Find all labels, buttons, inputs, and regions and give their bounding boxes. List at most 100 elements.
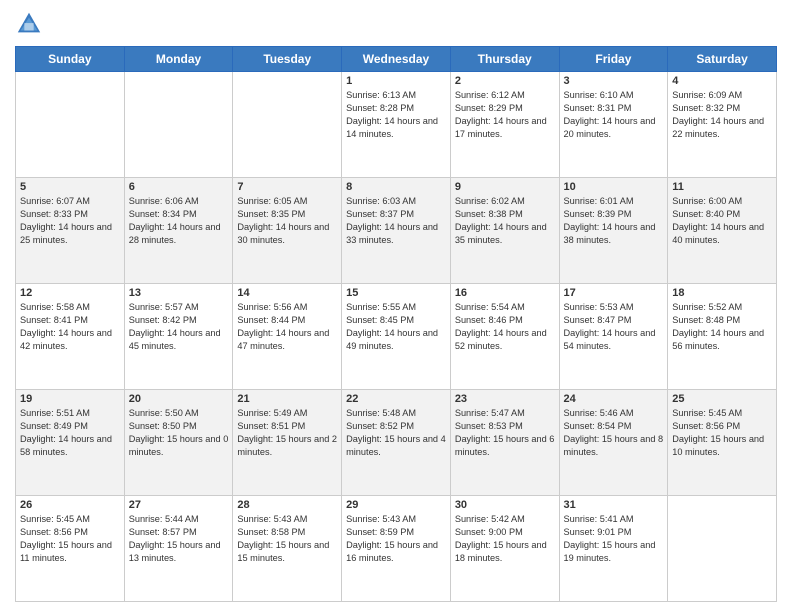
day-number: 16 xyxy=(455,287,555,299)
day-info: Sunrise: 5:44 AMSunset: 8:57 PMDaylight:… xyxy=(129,513,229,565)
day-number: 24 xyxy=(564,393,664,405)
day-cell xyxy=(668,496,777,602)
day-info: Sunrise: 6:03 AMSunset: 8:37 PMDaylight:… xyxy=(346,195,446,247)
day-info: Sunrise: 6:07 AMSunset: 8:33 PMDaylight:… xyxy=(20,195,120,247)
week-row-2: 5 Sunrise: 6:07 AMSunset: 8:33 PMDayligh… xyxy=(16,178,777,284)
day-number: 11 xyxy=(672,181,772,193)
day-number: 17 xyxy=(564,287,664,299)
day-number: 29 xyxy=(346,499,446,511)
day-cell: 7 Sunrise: 6:05 AMSunset: 8:35 PMDayligh… xyxy=(233,178,342,284)
calendar-table: SundayMondayTuesdayWednesdayThursdayFrid… xyxy=(15,46,777,602)
day-number: 21 xyxy=(237,393,337,405)
day-number: 20 xyxy=(129,393,229,405)
week-row-1: 1 Sunrise: 6:13 AMSunset: 8:28 PMDayligh… xyxy=(16,72,777,178)
day-info: Sunrise: 6:06 AMSunset: 8:34 PMDaylight:… xyxy=(129,195,229,247)
day-number: 28 xyxy=(237,499,337,511)
day-number: 2 xyxy=(455,75,555,87)
day-number: 10 xyxy=(564,181,664,193)
day-cell: 19 Sunrise: 5:51 AMSunset: 8:49 PMDaylig… xyxy=(16,390,125,496)
day-info: Sunrise: 6:12 AMSunset: 8:29 PMDaylight:… xyxy=(455,89,555,141)
day-number: 7 xyxy=(237,181,337,193)
week-row-4: 19 Sunrise: 5:51 AMSunset: 8:49 PMDaylig… xyxy=(16,390,777,496)
week-row-3: 12 Sunrise: 5:58 AMSunset: 8:41 PMDaylig… xyxy=(16,284,777,390)
weekday-wednesday: Wednesday xyxy=(342,47,451,72)
day-info: Sunrise: 5:43 AMSunset: 8:58 PMDaylight:… xyxy=(237,513,337,565)
day-info: Sunrise: 5:43 AMSunset: 8:59 PMDaylight:… xyxy=(346,513,446,565)
day-info: Sunrise: 5:57 AMSunset: 8:42 PMDaylight:… xyxy=(129,301,229,353)
day-info: Sunrise: 5:54 AMSunset: 8:46 PMDaylight:… xyxy=(455,301,555,353)
day-number: 4 xyxy=(672,75,772,87)
day-info: Sunrise: 5:56 AMSunset: 8:44 PMDaylight:… xyxy=(237,301,337,353)
day-info: Sunrise: 5:53 AMSunset: 8:47 PMDaylight:… xyxy=(564,301,664,353)
day-number: 19 xyxy=(20,393,120,405)
day-cell: 11 Sunrise: 6:00 AMSunset: 8:40 PMDaylig… xyxy=(668,178,777,284)
day-cell: 29 Sunrise: 5:43 AMSunset: 8:59 PMDaylig… xyxy=(342,496,451,602)
day-cell: 24 Sunrise: 5:46 AMSunset: 8:54 PMDaylig… xyxy=(559,390,668,496)
day-info: Sunrise: 5:46 AMSunset: 8:54 PMDaylight:… xyxy=(564,407,664,459)
logo-icon xyxy=(15,10,43,38)
day-cell: 16 Sunrise: 5:54 AMSunset: 8:46 PMDaylig… xyxy=(450,284,559,390)
day-info: Sunrise: 5:48 AMSunset: 8:52 PMDaylight:… xyxy=(346,407,446,459)
day-cell: 27 Sunrise: 5:44 AMSunset: 8:57 PMDaylig… xyxy=(124,496,233,602)
day-number: 5 xyxy=(20,181,120,193)
day-info: Sunrise: 5:58 AMSunset: 8:41 PMDaylight:… xyxy=(20,301,120,353)
weekday-tuesday: Tuesday xyxy=(233,47,342,72)
day-number: 13 xyxy=(129,287,229,299)
day-number: 23 xyxy=(455,393,555,405)
day-info: Sunrise: 5:47 AMSunset: 8:53 PMDaylight:… xyxy=(455,407,555,459)
day-number: 14 xyxy=(237,287,337,299)
day-cell: 20 Sunrise: 5:50 AMSunset: 8:50 PMDaylig… xyxy=(124,390,233,496)
logo xyxy=(15,10,47,38)
day-cell: 26 Sunrise: 5:45 AMSunset: 8:56 PMDaylig… xyxy=(16,496,125,602)
day-number: 6 xyxy=(129,181,229,193)
day-info: Sunrise: 5:51 AMSunset: 8:49 PMDaylight:… xyxy=(20,407,120,459)
day-info: Sunrise: 5:55 AMSunset: 8:45 PMDaylight:… xyxy=(346,301,446,353)
day-cell: 30 Sunrise: 5:42 AMSunset: 9:00 PMDaylig… xyxy=(450,496,559,602)
day-info: Sunrise: 6:00 AMSunset: 8:40 PMDaylight:… xyxy=(672,195,772,247)
day-number: 27 xyxy=(129,499,229,511)
day-number: 22 xyxy=(346,393,446,405)
day-info: Sunrise: 6:13 AMSunset: 8:28 PMDaylight:… xyxy=(346,89,446,141)
week-row-5: 26 Sunrise: 5:45 AMSunset: 8:56 PMDaylig… xyxy=(16,496,777,602)
day-cell: 2 Sunrise: 6:12 AMSunset: 8:29 PMDayligh… xyxy=(450,72,559,178)
day-number: 31 xyxy=(564,499,664,511)
day-info: Sunrise: 5:41 AMSunset: 9:01 PMDaylight:… xyxy=(564,513,664,565)
day-cell: 25 Sunrise: 5:45 AMSunset: 8:56 PMDaylig… xyxy=(668,390,777,496)
day-info: Sunrise: 5:49 AMSunset: 8:51 PMDaylight:… xyxy=(237,407,337,459)
weekday-friday: Friday xyxy=(559,47,668,72)
day-cell: 21 Sunrise: 5:49 AMSunset: 8:51 PMDaylig… xyxy=(233,390,342,496)
day-number: 18 xyxy=(672,287,772,299)
day-number: 25 xyxy=(672,393,772,405)
day-info: Sunrise: 5:50 AMSunset: 8:50 PMDaylight:… xyxy=(129,407,229,459)
day-cell: 22 Sunrise: 5:48 AMSunset: 8:52 PMDaylig… xyxy=(342,390,451,496)
day-cell: 10 Sunrise: 6:01 AMSunset: 8:39 PMDaylig… xyxy=(559,178,668,284)
day-info: Sunrise: 5:45 AMSunset: 8:56 PMDaylight:… xyxy=(20,513,120,565)
day-cell: 6 Sunrise: 6:06 AMSunset: 8:34 PMDayligh… xyxy=(124,178,233,284)
day-cell: 1 Sunrise: 6:13 AMSunset: 8:28 PMDayligh… xyxy=(342,72,451,178)
day-number: 3 xyxy=(564,75,664,87)
weekday-saturday: Saturday xyxy=(668,47,777,72)
day-info: Sunrise: 6:02 AMSunset: 8:38 PMDaylight:… xyxy=(455,195,555,247)
day-cell: 5 Sunrise: 6:07 AMSunset: 8:33 PMDayligh… xyxy=(16,178,125,284)
day-cell: 3 Sunrise: 6:10 AMSunset: 8:31 PMDayligh… xyxy=(559,72,668,178)
day-cell: 14 Sunrise: 5:56 AMSunset: 8:44 PMDaylig… xyxy=(233,284,342,390)
weekday-sunday: Sunday xyxy=(16,47,125,72)
day-info: Sunrise: 6:05 AMSunset: 8:35 PMDaylight:… xyxy=(237,195,337,247)
weekday-header-row: SundayMondayTuesdayWednesdayThursdayFrid… xyxy=(16,47,777,72)
day-cell: 9 Sunrise: 6:02 AMSunset: 8:38 PMDayligh… xyxy=(450,178,559,284)
day-cell: 13 Sunrise: 5:57 AMSunset: 8:42 PMDaylig… xyxy=(124,284,233,390)
day-cell: 18 Sunrise: 5:52 AMSunset: 8:48 PMDaylig… xyxy=(668,284,777,390)
day-number: 26 xyxy=(20,499,120,511)
day-number: 8 xyxy=(346,181,446,193)
day-cell: 8 Sunrise: 6:03 AMSunset: 8:37 PMDayligh… xyxy=(342,178,451,284)
weekday-monday: Monday xyxy=(124,47,233,72)
day-info: Sunrise: 5:52 AMSunset: 8:48 PMDaylight:… xyxy=(672,301,772,353)
day-cell xyxy=(233,72,342,178)
page: SundayMondayTuesdayWednesdayThursdayFrid… xyxy=(0,0,792,612)
day-info: Sunrise: 5:42 AMSunset: 9:00 PMDaylight:… xyxy=(455,513,555,565)
day-number: 15 xyxy=(346,287,446,299)
weekday-thursday: Thursday xyxy=(450,47,559,72)
day-cell: 31 Sunrise: 5:41 AMSunset: 9:01 PMDaylig… xyxy=(559,496,668,602)
day-info: Sunrise: 6:09 AMSunset: 8:32 PMDaylight:… xyxy=(672,89,772,141)
day-cell: 12 Sunrise: 5:58 AMSunset: 8:41 PMDaylig… xyxy=(16,284,125,390)
